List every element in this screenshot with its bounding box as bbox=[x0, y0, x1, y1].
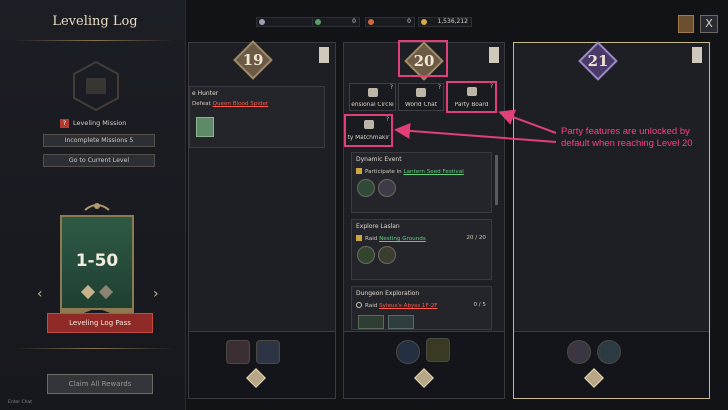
annotation-callout: Party features are unlocked by default w… bbox=[561, 126, 693, 149]
annotation-arrows bbox=[394, 109, 557, 143]
